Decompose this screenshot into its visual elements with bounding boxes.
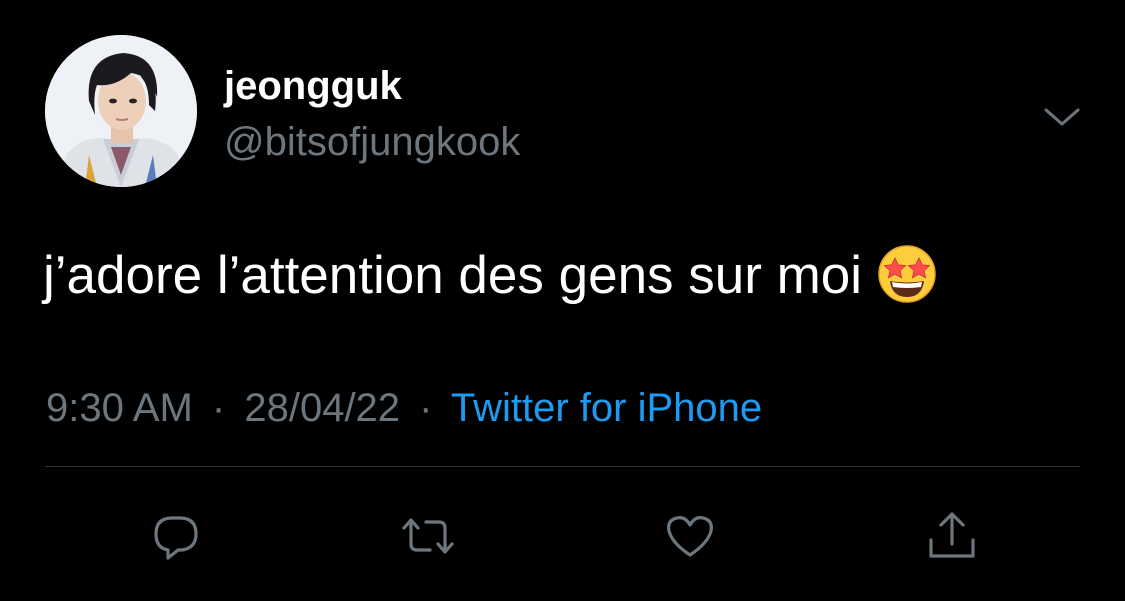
- avatar[interactable]: [45, 35, 197, 187]
- like-button[interactable]: [662, 508, 718, 564]
- tweet-body: j’adore l’attention des gens sur moi: [43, 243, 938, 308]
- meta-separator: ·: [419, 386, 433, 430]
- tweet-time[interactable]: 9:30 AM: [46, 386, 193, 430]
- divider: [45, 466, 1080, 467]
- share-button[interactable]: [924, 508, 980, 564]
- tweet-text: j’adore l’attention des gens sur moi: [43, 246, 863, 305]
- tweet-menu-button[interactable]: [1040, 96, 1084, 140]
- reply-icon: [154, 516, 198, 560]
- retweet-icon: [402, 518, 454, 554]
- star-struck-emoji-icon: [876, 243, 938, 305]
- reply-button[interactable]: [148, 508, 204, 564]
- heart-icon: [667, 516, 713, 557]
- chevron-down-icon: [1044, 108, 1080, 126]
- tweet-date[interactable]: 28/04/22: [244, 386, 400, 430]
- retweet-button[interactable]: [400, 508, 456, 564]
- tweet-meta: 9:30 AM · 28/04/22 · Twitter for iPhone: [46, 384, 762, 432]
- author-display-name[interactable]: jeongguk: [224, 62, 402, 110]
- tweet-source-link[interactable]: Twitter for iPhone: [451, 386, 762, 430]
- avatar-image: [45, 35, 197, 187]
- author-handle[interactable]: @bitsofjungkook: [224, 118, 520, 166]
- meta-separator: ·: [211, 386, 226, 430]
- share-icon: [929, 512, 975, 558]
- tweet-detail: jeongguk @bitsofjungkook j’adore l’atten…: [0, 0, 1125, 601]
